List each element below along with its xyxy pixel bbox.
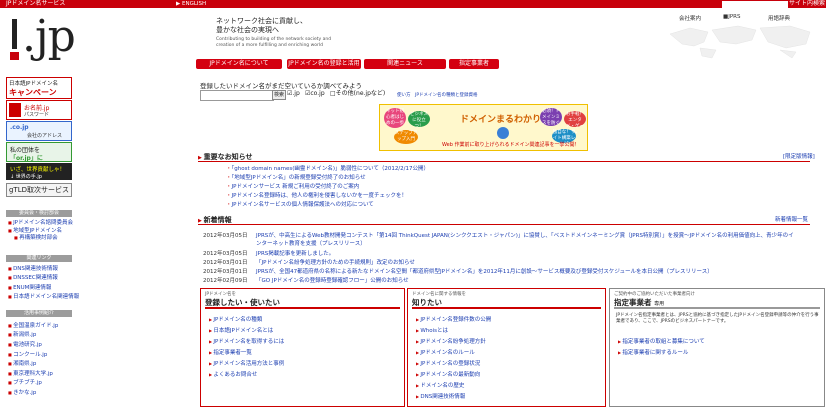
- registrar-box: ご契約中のご協約いただいた事業者向け 指定事業者 専用 JPドメイン名指定事業者…: [609, 288, 825, 407]
- news-item[interactable]: 「JPドメイン名紛争処理方針のための手続規則」改定のお知らせ: [256, 258, 415, 266]
- news-item[interactable]: 「GO JPドメイン名の登録時登録確認フロー」公開のお知らせ: [256, 276, 409, 284]
- world-contribution-banner[interactable]: いざ、世界貢献しゃ！ ↓ 世界の手.jp: [6, 163, 72, 180]
- left-link[interactable]: 電池研究.jp: [8, 341, 42, 349]
- name-jp-banner[interactable]: お名前.jp パスワード: [6, 100, 72, 120]
- promo-bubble: 必須！ドメインミスを防ぐ: [540, 108, 562, 126]
- tagline-en: Contributing to building of the network …: [216, 37, 332, 48]
- box-link[interactable]: JPドメイン名の登録状況: [416, 359, 480, 367]
- notice-item[interactable]: JPドメインサービス 新規ご利用の受付終了のご案内: [226, 184, 360, 191]
- domain-search-button[interactable]: 検索: [272, 90, 286, 100]
- box-link[interactable]: Whoisとは: [416, 326, 448, 334]
- left-link[interactable]: 日本語ドメイン名関連情報: [8, 293, 79, 301]
- top-bar: JPドメイン名サービス ▶ ENGLISH サイト内検索: [0, 0, 826, 9]
- box-link[interactable]: JPドメイン名登録件数の公開: [416, 315, 491, 323]
- box-link[interactable]: 指定事業者の取組と募集について: [618, 337, 704, 345]
- case-studies-heading: 活用事例紹介: [6, 310, 72, 317]
- domain-search-input[interactable]: [200, 90, 274, 101]
- news-item[interactable]: JPRS掲載記事を更新しました。: [256, 249, 334, 257]
- news-item[interactable]: JPRSが、全国47都道府県の名称による新たなドメイン名空間「都道府県型JPドメ…: [256, 267, 713, 275]
- nav-about-jp[interactable]: JPドメイン名について: [196, 59, 282, 69]
- box-link[interactable]: ドメイン名の歴史: [416, 381, 464, 389]
- nav-related-news[interactable]: 関連ニュース: [364, 59, 446, 69]
- domain-search-title: 登録したいドメイン名がまだ空いているか調べてみよう: [200, 82, 363, 90]
- committee-heading: 委員会・検討部会: [6, 210, 72, 217]
- news-date: 2012年03月05日: [203, 251, 248, 257]
- left-link[interactable]: 東京理科大学.jp: [8, 370, 53, 378]
- left-link[interactable]: きかな.jp: [8, 389, 36, 397]
- notice-item[interactable]: JPドメイン名サービスの個人情報保護法への対応について: [226, 202, 374, 209]
- box-link[interactable]: DNS関連技術情報: [416, 392, 465, 400]
- jprs-logo[interactable]: .jp: [8, 13, 76, 61]
- left-link[interactable]: 湘南県.jp: [8, 360, 36, 368]
- left-link[interactable]: コンクール.jp: [8, 351, 47, 359]
- news-item[interactable]: ンターネット教育を支援（プレスリリース）: [256, 239, 366, 247]
- section-divider: [198, 161, 810, 162]
- related-links-heading: 関連リンク: [6, 255, 72, 262]
- left-link[interactable]: 再構築検討部会: [8, 234, 58, 242]
- site-search-input[interactable]: [722, 1, 788, 9]
- left-link[interactable]: ENUM関連情報: [8, 284, 51, 292]
- gtld-service-button[interactable]: gTLD取次サービス: [6, 183, 72, 197]
- news-date: 2012年02月09日: [203, 278, 248, 284]
- notice-item[interactable]: 「ghost domain names(幽霊ドメイン名)」脆弱性について（201…: [226, 166, 430, 173]
- box-link[interactable]: JPドメイン名活用方法と事例: [209, 359, 284, 367]
- box-link[interactable]: 指定事業者一覧: [209, 348, 252, 356]
- box-link[interactable]: JPドメイン名のルール: [416, 348, 474, 356]
- left-link[interactable]: ブチブチ.jp: [8, 379, 42, 387]
- usage-link[interactable]: 使い方 JPドメイン名の種類と登録資格: [397, 92, 478, 98]
- or-jp-banner[interactable]: 私の団体を 「or.jp」に: [6, 142, 72, 162]
- promo-subtitle: Web 作業前に取り上げられるドメイン関連記事を一挙公開！: [442, 142, 580, 148]
- learn-box: ドメイン名に関する情報を 知りたい JPドメイン名登録件数の公開 Whoisとは…: [407, 288, 606, 407]
- left-link[interactable]: DNS関連技術情報: [8, 265, 58, 273]
- box-link[interactable]: JPドメイン名紛争処理方針: [416, 337, 485, 345]
- promo-bubble: お手軽！エンタメ・ゲーム: [564, 111, 586, 135]
- name-banner-icon: [9, 103, 21, 117]
- left-link[interactable]: JPドメイン名諮問委員会: [8, 219, 73, 227]
- domain-maruwakari-banner[interactable]: ネット初心者はじめの一歩 ビジネスに役立つ！ ステップアップ入門 ドメインまるわ…: [379, 104, 588, 151]
- notice-item[interactable]: JPドメイン名登録時は、他人の権利を侵害しないかを一度チェックを！: [226, 193, 407, 200]
- co-jp-banner[interactable]: .co.jp 会社のアドレス: [6, 121, 72, 141]
- left-link[interactable]: 新潟県.jp: [8, 331, 36, 339]
- box-link[interactable]: よくあるお問合せ: [209, 370, 257, 378]
- left-link[interactable]: DNSSEC関連情報: [8, 274, 58, 282]
- section-divider: [198, 224, 810, 225]
- globe-icon: [497, 127, 509, 139]
- registrar-description: JPドメイン名指定事業者とは、JPRSと協約に基づき指定したJPドメイン名登録申…: [616, 313, 819, 324]
- box-link[interactable]: 日本語JPドメイン名とは: [209, 326, 273, 334]
- box-link[interactable]: JPドメイン名を取得するには: [209, 337, 284, 345]
- tagline: ネットワーク社会に貢献し、 豊かな社会の実現へ: [216, 17, 307, 34]
- notice-item[interactable]: 「地域型JPドメイン名」の新規登録受付終了のお知らせ: [226, 175, 366, 182]
- news-item[interactable]: JPRSが、中高生によるWeb教材開発コンテスト「第14回 ThinkQuest…: [256, 231, 794, 239]
- news-date: 2012年03月05日: [203, 233, 248, 239]
- register-use-box: JPドメイン名を 登録したい・使いたい JPドメイン名の種類 日本語JPドメイン…: [200, 288, 405, 407]
- world-map-graphic: [669, 25, 811, 59]
- news-date: 2012年03月01日: [203, 260, 248, 266]
- important-more-link[interactable]: [限定版情報]: [783, 152, 815, 160]
- option-jp[interactable]: ☑.jp: [287, 90, 300, 98]
- nav-register-use[interactable]: JPドメイン名の登録と活用: [287, 59, 361, 69]
- news-date: 2012年03月01日: [203, 269, 248, 275]
- site-search-button[interactable]: サイト内検索: [789, 0, 825, 8]
- option-other[interactable]: □その他(ne.jpなど): [330, 90, 385, 98]
- nav-registrars[interactable]: 指定事業者: [449, 59, 499, 69]
- promo-bubble: ステップアップ入門: [394, 130, 418, 144]
- left-link[interactable]: 全国温泉ガイド.jp: [8, 322, 58, 330]
- promo-bubble: ネット初心者はじめの一歩: [384, 108, 406, 128]
- box-link[interactable]: JPドメイン名の種類: [209, 315, 262, 323]
- news-more-link[interactable]: 新着情報一覧: [775, 215, 808, 223]
- brand-name[interactable]: JPドメイン名サービス: [6, 0, 65, 8]
- japanese-jp-campaign-banner[interactable]: 日本語JPドメイン名 キャンペーン: [6, 77, 72, 99]
- box-link[interactable]: JPドメイン名の最新動向: [416, 370, 480, 378]
- box-link[interactable]: 指定事業者に関するルール: [618, 348, 688, 356]
- logo-text: .jp: [22, 11, 76, 62]
- english-link[interactable]: ▶ ENGLISH: [176, 0, 206, 8]
- promo-bubble: ビジネスに役立つ！: [408, 111, 430, 129]
- option-co-jp[interactable]: ☑co.jp: [305, 90, 325, 98]
